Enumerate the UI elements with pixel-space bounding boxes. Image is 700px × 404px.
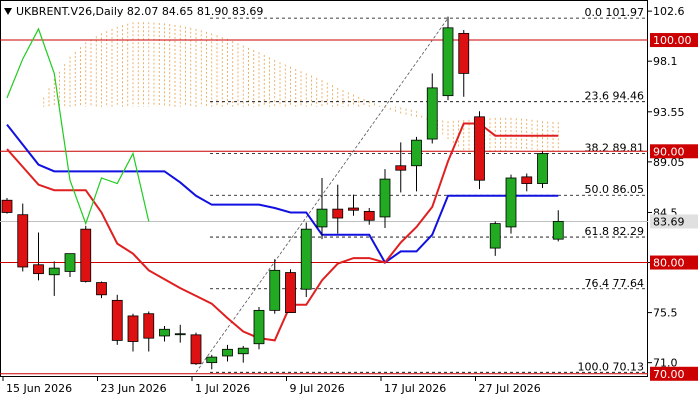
chart-title: UKBRENT.V26,Daily 82.07 84.65 81.90 83.6… (16, 5, 263, 18)
bearish-candle (33, 264, 44, 275)
fib-level-label: 23.6 94.46 (585, 90, 644, 103)
bullish-candle (300, 228, 312, 290)
bullish-candle (537, 153, 548, 184)
bullish-candle (237, 347, 249, 355)
candles-layer (1, 16, 564, 370)
fib-level-label: 76.4 77.64 (585, 277, 644, 290)
fib-level-label: 38.2 89.81 (585, 141, 644, 154)
level-badge-label: 90.00 (653, 145, 685, 158)
bearish-candle (474, 116, 485, 181)
x-axis: 15 Jun 2026 23 Jun 2026 1 Jul 2026 9 Jul 20… (2, 376, 541, 395)
bearish-candle (332, 208, 344, 219)
x-tick-label: 1 Jul 2026 (195, 382, 250, 395)
bearish-candle (190, 334, 202, 365)
bearish-candle (127, 315, 139, 342)
bearish-candle (363, 210, 375, 221)
bullish-candle (253, 309, 265, 345)
y-tick-label: 98.1 (653, 55, 678, 68)
bearish-candle (143, 313, 155, 339)
bearish-candle (285, 272, 296, 313)
bearish-candle (458, 32, 470, 74)
x-tick-label: 23 Jun 2026 (101, 382, 167, 395)
chart-menu-icon[interactable] (4, 8, 12, 15)
x-tick-label: 15 Jun 2026 (6, 382, 72, 395)
bearish-candle (395, 165, 407, 171)
bullish-candle (552, 220, 564, 240)
bullish-candle (174, 333, 186, 336)
bearish-candle (1, 199, 13, 213)
level-badge-label: 80.00 (653, 257, 685, 270)
indicator-layer (6, 27, 559, 342)
x-tick-label: 27 Jul 2026 (479, 382, 541, 395)
y-tick-label: 75.5 (653, 307, 678, 320)
x-tick-label: 9 Jul 2026 (290, 382, 345, 395)
bullish-candle (411, 139, 422, 167)
fib-level-label: 50.0 86.05 (585, 183, 644, 196)
bullish-candle (64, 253, 76, 272)
x-tick-label: 17 Jul 2026 (384, 382, 446, 395)
chart-svg: 0.0 101.97 23.6 94.46 38.2 89.81 50.0 86.05… (0, 0, 698, 395)
bearish-candle (96, 282, 107, 296)
fib-level-label: 0.0 101.97 (585, 6, 644, 19)
bearish-candle (521, 176, 533, 184)
bullish-candle (379, 178, 391, 218)
bullish-candle (206, 356, 218, 364)
bullish-candle (48, 267, 60, 276)
chikou-line (6, 27, 150, 226)
fib-level-label: 61.8 82.29 (585, 225, 644, 238)
bullish-candle (222, 348, 233, 357)
fib-level-label: 100.0 70.13 (578, 360, 644, 373)
fib-layer: 0.0 101.97 23.6 94.46 38.2 89.81 50.0 86.05… (210, 6, 648, 373)
bearish-candle (348, 207, 359, 211)
y-axis: 102.698.193.5589.0584.580.075.571.0 (648, 5, 685, 370)
chart: 0.0 101.97 23.6 94.46 38.2 89.81 50.0 86.05… (0, 0, 700, 400)
bullish-candle (426, 87, 438, 140)
bearish-candle (17, 214, 29, 268)
bearish-candle (111, 299, 123, 341)
bullish-candle (159, 328, 170, 337)
bullish-candle (489, 223, 501, 249)
bullish-candle (505, 177, 517, 228)
bullish-candle (442, 27, 454, 97)
y-tick-label: 102.6 (653, 5, 685, 18)
level-badge-label: 70.00 (653, 368, 685, 381)
y-tick-label: 93.55 (653, 106, 685, 119)
level-badge-label: 100.00 (653, 34, 692, 47)
current-price-label: 83.69 (653, 215, 685, 228)
bearish-candle (80, 228, 92, 282)
bullish-candle (269, 269, 281, 311)
bullish-candle (316, 208, 328, 228)
